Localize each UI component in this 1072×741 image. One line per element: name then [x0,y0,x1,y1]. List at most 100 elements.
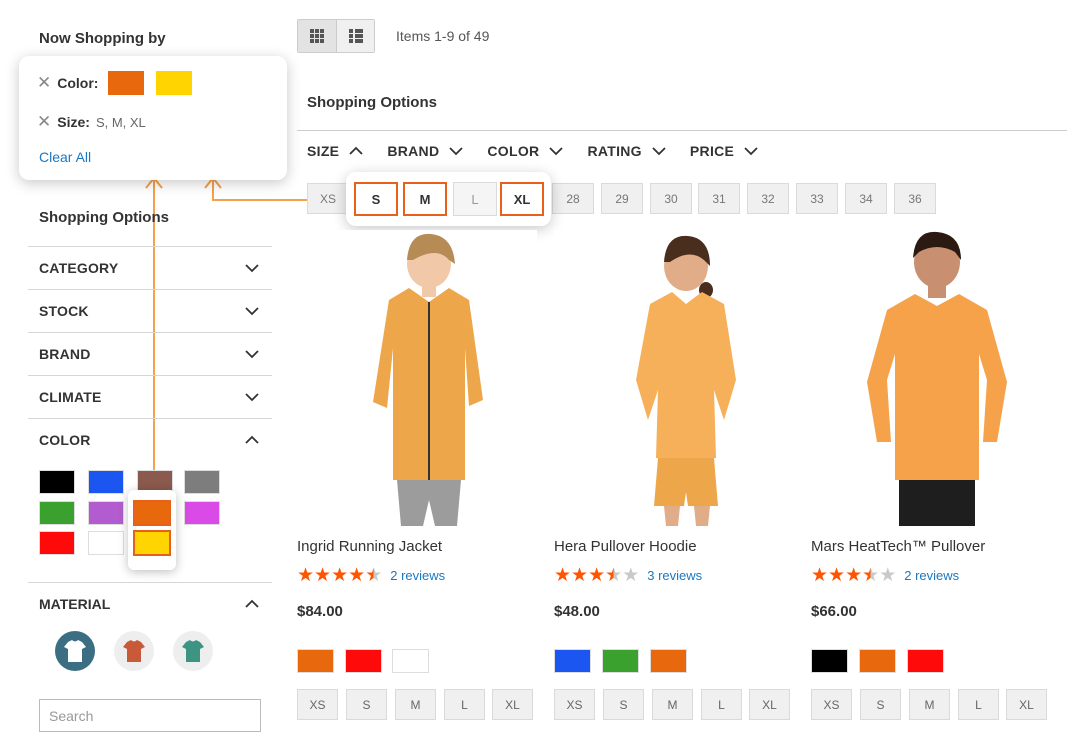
color-swatch-blue[interactable] [88,470,124,494]
filter-material[interactable]: MATERIAL [28,582,272,625]
reviews-link[interactable]: 2 reviews [390,568,445,583]
star-icon: ★ [811,565,829,586]
product-image[interactable] [811,230,1051,526]
selected-swatch-orange[interactable] [133,500,171,526]
hfilter-color[interactable]: COLOR [487,143,564,159]
product-name[interactable]: Mars HeatTech™ Pullover [811,538,985,555]
active-color-swatch-orange [108,71,145,95]
product-size-option[interactable]: XS [297,689,338,720]
product-size-option[interactable]: M [395,689,436,720]
size-chip[interactable]: 30 [650,183,692,214]
product-color-swatch[interactable] [811,649,848,673]
product-image[interactable] [297,230,537,526]
star-icon: ★ [588,565,606,586]
chevron-down-icon [652,147,666,156]
product-size-option[interactable]: S [860,689,901,720]
sidebar-filter-list: CATEGORY STOCK BRAND CLIMATE COLOR [28,246,272,461]
product-color-swatch[interactable] [650,649,687,673]
color-swatch-white[interactable] [88,531,124,555]
product-color-swatch[interactable] [392,649,429,673]
filter-label: MATERIAL [39,596,111,612]
reviews-link[interactable]: 3 reviews [647,568,702,583]
product-color-swatch[interactable] [907,649,944,673]
size-chip[interactable]: 29 [601,183,643,214]
product-rating: ★ ★ ★ ★ ★ 2 reviews [297,566,445,585]
hfilter-price[interactable]: PRICE [690,143,759,159]
size-chip[interactable]: 34 [845,183,887,214]
color-swatch-lavender[interactable] [88,501,124,525]
filter-label: CATEGORY [39,260,119,276]
size-chip[interactable]: 36 [894,183,936,214]
size-chip-selected[interactable]: S [354,182,398,216]
size-chip[interactable]: 28 [552,183,594,214]
filter-brand[interactable]: BRAND [28,332,272,375]
filter-climate[interactable]: CLIMATE [28,375,272,418]
filter-stock[interactable]: STOCK [28,289,272,332]
hfilter-label: COLOR [487,143,540,159]
product-size-option[interactable]: S [603,689,644,720]
product-rating: ★ ★ ★ ★ ★ 2 reviews [811,566,959,585]
product-size-option[interactable]: XS [811,689,852,720]
color-swatch-purple[interactable] [184,501,220,525]
size-chip[interactable]: L [453,182,497,216]
product-size-option[interactable]: L [701,689,742,720]
size-chip[interactable]: 32 [747,183,789,214]
product-size-option[interactable]: L [958,689,999,720]
clear-all-link[interactable]: Clear All [39,149,91,165]
size-chip[interactable]: XS [307,183,349,214]
now-shopping-title: Now Shopping by [39,30,166,47]
product-color-swatch[interactable] [554,649,591,673]
product-size-option[interactable]: M [909,689,950,720]
hfilter-rating[interactable]: RATING [587,143,666,159]
hfilter-label: PRICE [689,143,735,159]
chevron-down-icon [245,264,259,273]
color-swatch-red[interactable] [39,531,75,555]
star-icon: ★ [571,565,589,586]
product-color-swatch[interactable] [859,649,896,673]
list-view-button[interactable] [336,20,374,52]
size-chip-selected[interactable]: M [403,182,447,216]
sidebar-search-input[interactable] [39,699,261,732]
material-option-3[interactable] [172,630,214,672]
color-swatch-green[interactable] [39,501,75,525]
t-shirt-icon [55,631,95,671]
product-size-option[interactable]: XL [1006,689,1047,720]
color-swatch-black[interactable] [39,470,75,494]
close-icon[interactable]: ✕ [37,112,51,132]
filter-label: BRAND [39,346,91,362]
size-chip-selected[interactable]: XL [500,182,544,216]
hfilter-size[interactable]: SIZE [307,143,364,159]
filter-color[interactable]: COLOR [28,418,272,461]
product-size-option[interactable]: XS [554,689,595,720]
grid-view-button[interactable] [298,20,336,52]
product-color-swatch[interactable] [345,649,382,673]
product-color-swatch[interactable] [602,649,639,673]
product-size-option[interactable]: XL [749,689,790,720]
product-name[interactable]: Ingrid Running Jacket [297,538,442,555]
main-shopping-options-title: Shopping Options [307,94,437,111]
star-icon: ★ [348,565,366,586]
star-icon: ★ [605,565,623,586]
material-option-2[interactable] [113,630,155,672]
product-color-swatch[interactable] [297,649,334,673]
chevron-down-icon [744,147,758,156]
star-icon: ★ [845,565,863,586]
star-icon: ★ [862,565,880,586]
product-size-option[interactable]: S [346,689,387,720]
size-chip[interactable]: 33 [796,183,838,214]
close-icon[interactable]: ✕ [37,73,51,93]
reviews-link[interactable]: 2 reviews [904,568,959,583]
filter-label: CLIMATE [39,389,102,405]
product-size-option[interactable]: L [444,689,485,720]
product-name[interactable]: Hera Pullover Hoodie [554,538,697,555]
color-swatch-gray[interactable] [184,470,220,494]
selected-swatch-yellow[interactable] [133,530,171,556]
filter-category[interactable]: CATEGORY [28,246,272,289]
product-image[interactable] [554,230,794,526]
size-chip[interactable]: 31 [698,183,740,214]
product-size-option[interactable]: M [652,689,693,720]
hfilter-brand[interactable]: BRAND [387,143,464,159]
chevron-down-icon [245,393,259,402]
material-option-1[interactable] [54,630,96,672]
product-size-option[interactable]: XL [492,689,533,720]
